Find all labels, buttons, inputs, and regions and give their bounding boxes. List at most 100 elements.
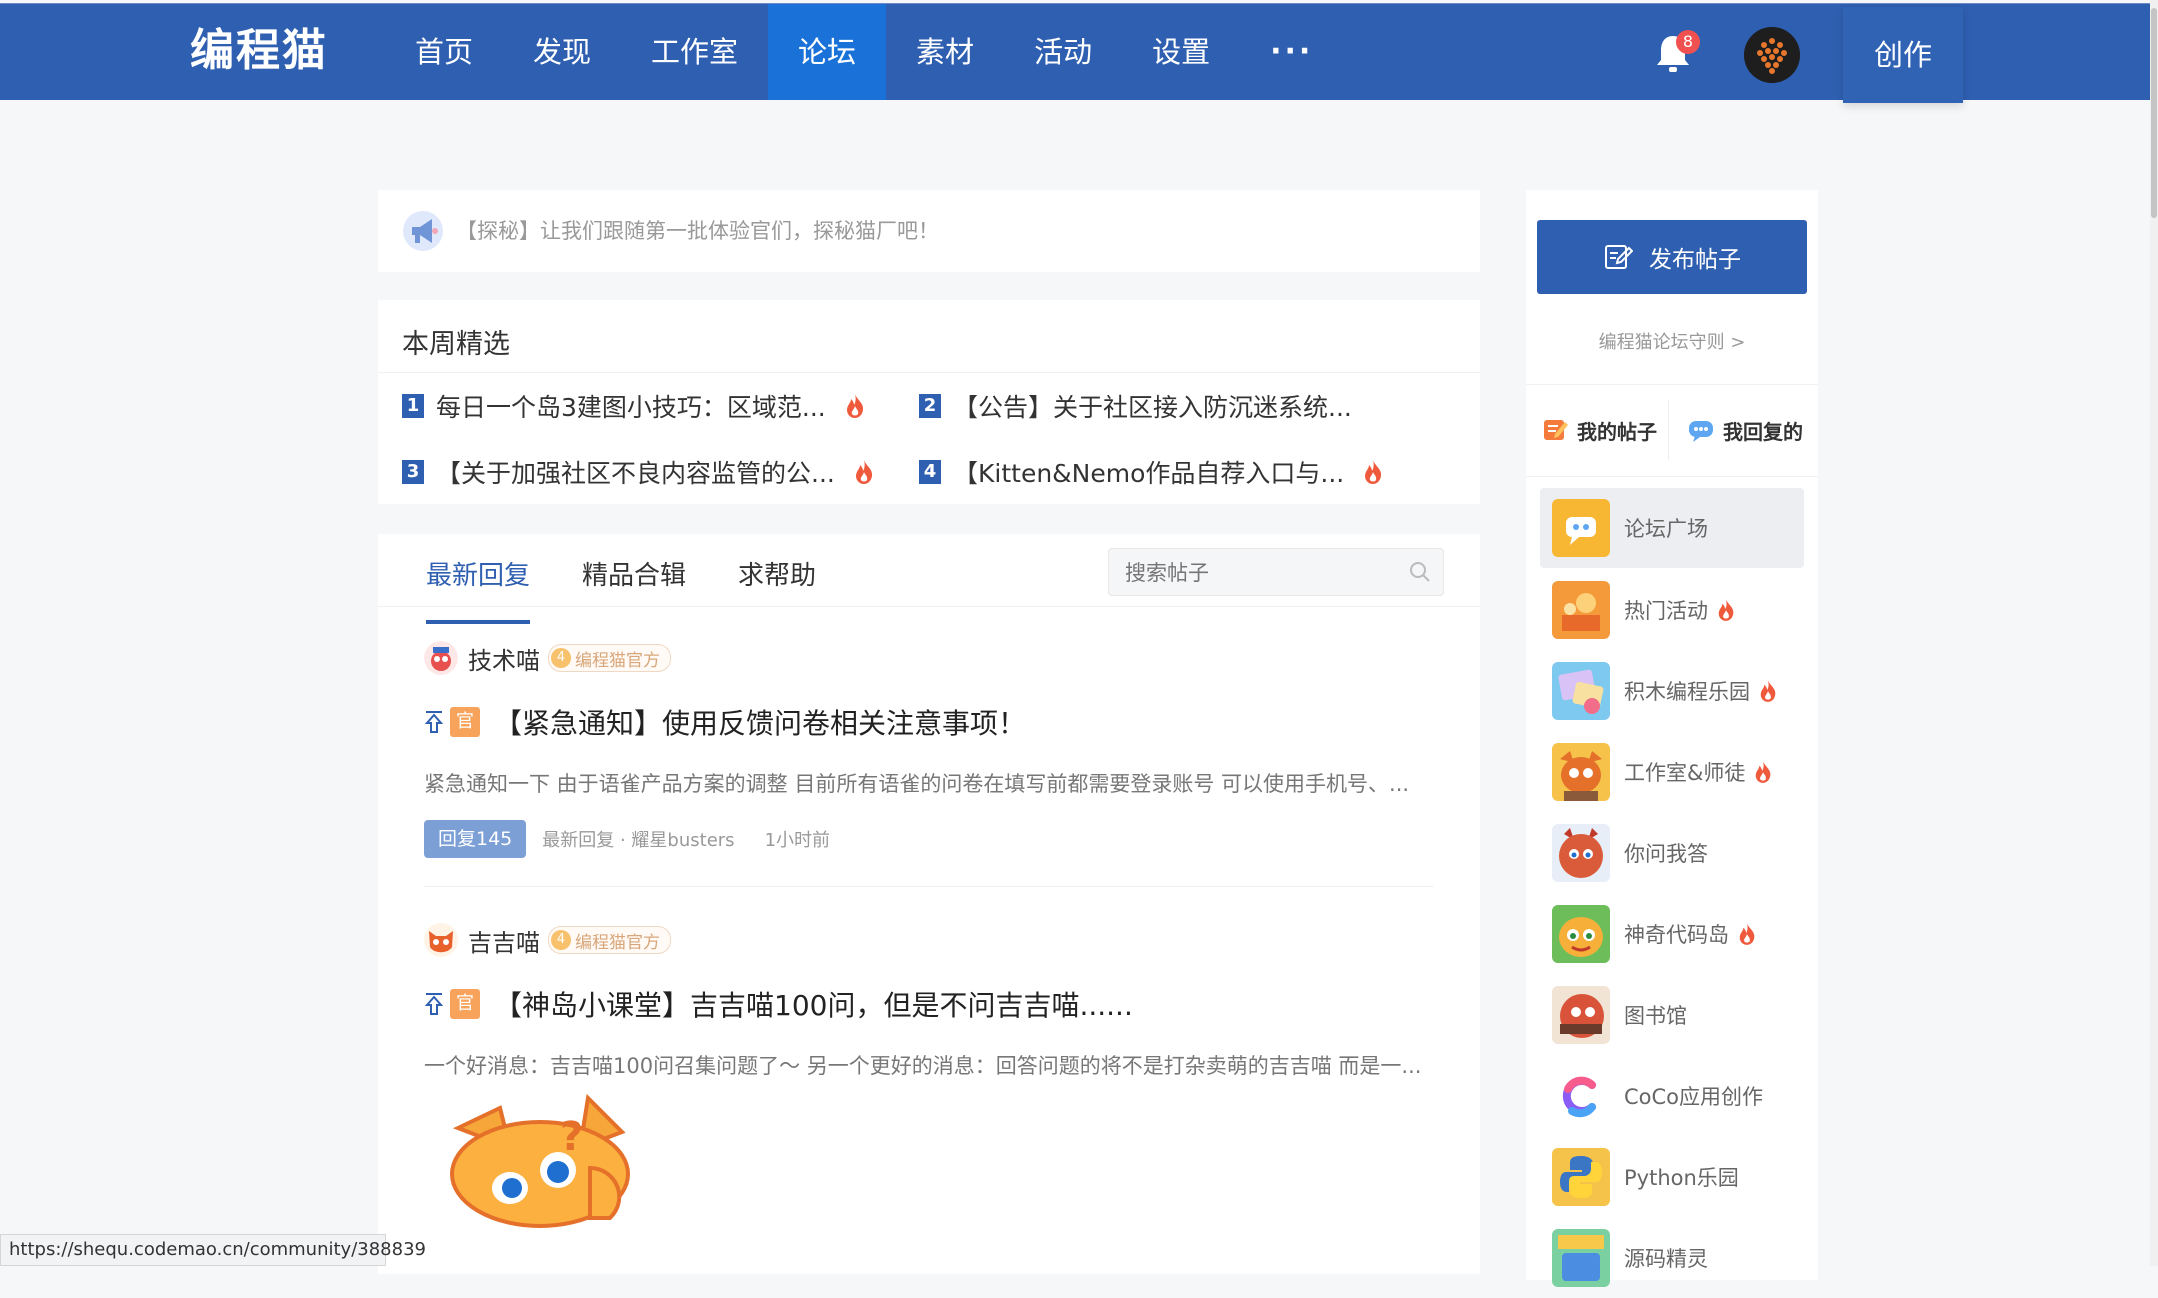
search-input[interactable]: [1123, 549, 1397, 597]
hot-flame-icon: [846, 394, 863, 418]
board-label: Python乐园: [1624, 1166, 1739, 1190]
rank-badge: 1: [402, 394, 424, 418]
board-source-code[interactable]: 源码精灵: [1540, 1218, 1804, 1298]
publish-post-label: 发布帖子: [1649, 247, 1741, 273]
pinned-icon: [424, 711, 444, 733]
weekly-item[interactable]: 4 【Kitten&Nemo作品自荐入口与...: [919, 452, 1384, 492]
tab-latest-replies[interactable]: 最新回复: [426, 554, 531, 624]
author-name[interactable]: 技术喵: [468, 641, 540, 676]
board-code-island[interactable]: 神奇代码岛: [1540, 894, 1804, 974]
level-badge: 4: [551, 930, 571, 950]
board-label: 热门活动: [1624, 599, 1708, 623]
my-replies-button[interactable]: 我回复的: [1672, 385, 1818, 475]
post-search: [1108, 548, 1444, 597]
board-library[interactable]: 图书馆: [1540, 975, 1804, 1055]
create-button[interactable]: 创作: [1843, 7, 1963, 103]
official-badge: 4 编程猫官方: [548, 926, 671, 954]
edit-icon: [1605, 245, 1633, 269]
board-forum-square[interactable]: 论坛广场: [1540, 488, 1804, 568]
author-avatar[interactable]: [424, 641, 458, 675]
status-url-bar: https://shequ.codemao.cn/community/38883…: [0, 1234, 426, 1266]
post-title-row: 官 【紧急通知】使用反馈问卷相关注意事项！: [424, 700, 1026, 744]
hot-flame-icon: [1760, 680, 1776, 702]
level-badge: 4: [551, 648, 571, 668]
hot-flame-icon: [1365, 460, 1382, 484]
svg-text:?: ?: [560, 1114, 583, 1160]
weekly-item[interactable]: 1 每日一个岛3建图小技巧：区域范...: [402, 386, 866, 426]
announcement-bar: 【探秘】让我们跟随第一批体验官们，探秘猫厂吧！: [378, 190, 1480, 272]
divider: [378, 606, 1480, 607]
feed-tabs: 最新回复 精品合辑 求帮助: [426, 554, 868, 624]
nav-activities[interactable]: 活动: [1004, 4, 1122, 100]
author-name[interactable]: 吉吉喵: [468, 923, 540, 958]
board-label: 工作室&师徒: [1624, 761, 1746, 785]
post-title[interactable]: 【神岛小课堂】吉吉喵100问，但是不问吉吉喵......: [494, 984, 1133, 1024]
reply-count-badge[interactable]: 回复145: [424, 820, 527, 858]
forum-rules-link[interactable]: 编程猫论坛守则 >: [1526, 328, 1818, 354]
site-logo[interactable]: 编程猫: [190, 26, 328, 76]
board-label: 积木编程乐园: [1624, 680, 1750, 704]
board-label: 源码精灵: [1624, 1247, 1708, 1271]
rank-badge: 3: [402, 460, 424, 484]
board-studio-mentor[interactable]: 工作室&师徒: [1540, 732, 1804, 812]
divider: [378, 372, 1480, 373]
board-coco[interactable]: CoCo应用创作: [1540, 1056, 1804, 1136]
post-image-cat-question[interactable]: ?: [440, 1088, 646, 1228]
board-label: 论坛广场: [1624, 517, 1708, 541]
author-avatar[interactable]: [424, 923, 458, 957]
qa-icon: [1552, 824, 1610, 882]
board-label: 神奇代码岛: [1624, 923, 1729, 947]
hot-flame-icon: [1739, 923, 1755, 945]
tab-help[interactable]: 求帮助: [738, 554, 816, 622]
official-tag: 官: [450, 707, 480, 737]
block-coding-icon: [1552, 662, 1610, 720]
board-label: CoCo应用创作: [1624, 1085, 1764, 1109]
top-navbar: 编程猫 首页 发现 工作室 论坛 素材 活动 设置 ··· 8 创作: [0, 3, 2158, 103]
nav-home[interactable]: 首页: [385, 4, 503, 100]
hot-flame-icon: [1756, 761, 1771, 783]
post-feed: 最新回复 精品合辑 求帮助 技术喵 4 编程猫官方 官 【紧急通知】使用反馈问卷…: [378, 534, 1480, 1274]
publish-post-button[interactable]: 发布帖子: [1537, 220, 1807, 294]
nav-forum[interactable]: 论坛: [768, 4, 887, 100]
divider: [424, 886, 1434, 887]
notification-badge: 8: [1676, 30, 1700, 54]
post-time: 1小时前: [764, 830, 831, 851]
code-island-icon: [1552, 905, 1610, 963]
weekly-item-title: 【Kitten&Nemo作品自荐入口与...: [953, 459, 1345, 488]
official-badge-label: 编程猫官方: [575, 932, 660, 953]
announcement-text[interactable]: 【探秘】让我们跟随第一批体验官们，探秘猫厂吧！: [456, 190, 939, 272]
weekly-item[interactable]: 2 【公告】关于社区接入防沉迷系统...: [919, 386, 1352, 426]
latest-reply[interactable]: 最新回复 · 耀星busters: [542, 826, 734, 852]
search-icon[interactable]: [1409, 561, 1431, 583]
tab-featured[interactable]: 精品合辑: [582, 554, 686, 622]
hot-flame-icon: [855, 460, 872, 484]
page-scrollbar-thumb[interactable]: [2151, 8, 2157, 218]
pinned-icon: [424, 993, 444, 1015]
post-title[interactable]: 【紧急通知】使用反馈问卷相关注意事项！: [494, 702, 1026, 742]
my-posts-button[interactable]: 我的帖子: [1526, 385, 1672, 475]
coco-icon: [1552, 1067, 1610, 1125]
nav-studio[interactable]: 工作室: [621, 4, 768, 100]
megaphone-icon: [403, 211, 443, 251]
more-icon[interactable]: ···: [1240, 4, 1343, 100]
board-hot-activities[interactable]: 热门活动: [1540, 570, 1804, 650]
forum-square-icon: [1552, 499, 1610, 557]
post-excerpt[interactable]: 一个好消息：吉吉喵100问召集问题了～ 另一个更好的消息：回答问题的将不是打杂卖…: [424, 1050, 1421, 1080]
my-activity-row: 我的帖子 我回复的: [1526, 385, 1818, 475]
nav-discover[interactable]: 发现: [503, 4, 621, 100]
nav-materials[interactable]: 素材: [886, 4, 1004, 100]
weekly-picks: 本周精选 1 每日一个岛3建图小技巧：区域范... 2 【公告】关于社区接入防沉…: [378, 300, 1480, 504]
post-excerpt[interactable]: 紧急通知一下 由于语雀产品方案的调整 目前所有语雀的问卷在填写前都需要登录账号 …: [424, 768, 1409, 798]
nav-settings[interactable]: 设置: [1122, 4, 1240, 100]
board-block-coding[interactable]: 积木编程乐园: [1540, 651, 1804, 731]
user-avatar[interactable]: [1744, 27, 1800, 83]
source-code-icon: [1552, 1229, 1610, 1287]
post-author: 吉吉喵 4 编程猫官方: [424, 920, 671, 960]
board-python[interactable]: Python乐园: [1540, 1137, 1804, 1217]
board-qa[interactable]: 你问我答: [1540, 813, 1804, 893]
hot-flame-icon: [1718, 599, 1734, 621]
weekly-item-title: 【公告】关于社区接入防沉迷系统...: [953, 393, 1352, 422]
my-replies-icon: [1689, 421, 1713, 442]
weekly-item[interactable]: 3 【关于加强社区不良内容监管的公...: [402, 452, 875, 492]
divider: [1668, 400, 1669, 460]
